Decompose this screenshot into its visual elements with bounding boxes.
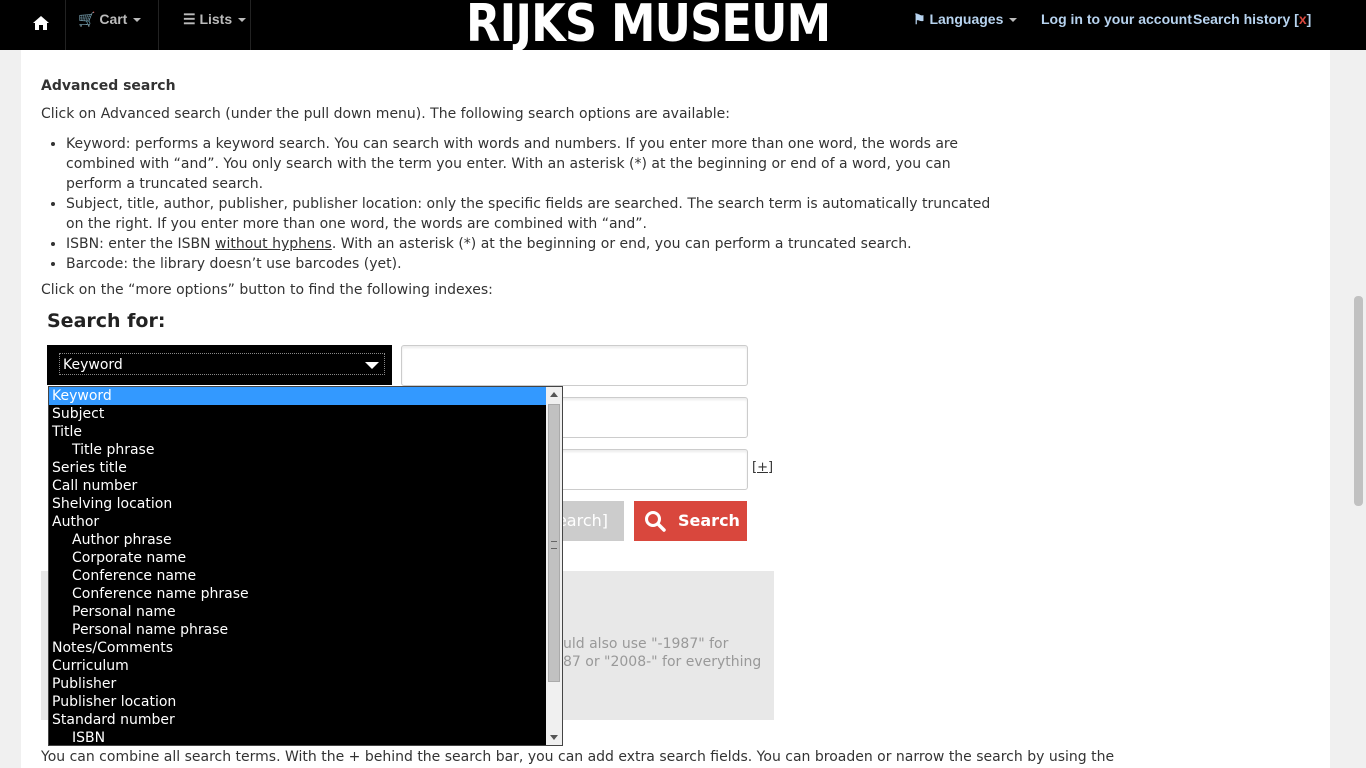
add-field-link[interactable]: [+] <box>752 460 773 475</box>
dropdown-option[interactable]: Subject <box>49 405 546 423</box>
isbn-prefix: ISBN: enter the ISBN <box>66 236 216 252</box>
combine-search-text: You can combine all search terms. With t… <box>41 749 1115 765</box>
scroll-up-icon[interactable] <box>550 392 558 397</box>
lists-menu[interactable]: ☰ Lists <box>183 11 247 28</box>
dropdown-option[interactable]: Author <box>49 513 546 531</box>
dropdown-option[interactable]: Conference name <box>49 567 546 585</box>
history-bracket-close: ] <box>1306 11 1312 27</box>
nav-divider <box>250 0 251 50</box>
dropdown-option[interactable]: Personal name phrase <box>49 621 546 639</box>
search-for-heading: Search for: <box>47 310 166 332</box>
search-options-list: Keyword: performs a keyword search. You … <box>41 134 1006 274</box>
dropdown-option[interactable]: Series title <box>49 459 546 477</box>
dropdown-scroll-thumb[interactable] <box>548 404 560 682</box>
dropdown-option[interactable]: Title <box>49 423 546 441</box>
nav-divider <box>158 0 159 50</box>
dropdown-option[interactable]: Conference name phrase <box>49 585 546 603</box>
advanced-search-heading: Advanced search <box>41 78 176 94</box>
dropdown-option[interactable]: Call number <box>49 477 546 495</box>
home-icon[interactable] <box>32 14 50 32</box>
languages-menu[interactable]: ⚑ Languages <box>913 11 1018 28</box>
dropdown-option[interactable]: Curriculum <box>49 657 546 675</box>
list-item: Keyword: performs a keyword search. You … <box>66 134 1006 194</box>
chevron-down-icon <box>133 18 142 23</box>
search-input-1[interactable] <box>401 345 748 386</box>
tip-text: 87 or "2008-" for everything <box>563 654 762 670</box>
cart-menu[interactable]: 🛒 Cart <box>78 11 142 28</box>
rijksmuseum-logo[interactable]: RIJKS MUSEUM <box>466 0 831 54</box>
chevron-down-icon <box>1009 18 1018 23</box>
lists-label: Lists <box>199 11 233 27</box>
isbn-suffix: . With an asterisk (*) at the beginning … <box>331 236 912 252</box>
dropdown-options: Keyword Subject Title Title phrase Series ti… <box>49 387 562 747</box>
login-link[interactable]: Log in to your account <box>1041 11 1192 27</box>
dropdown-option[interactable]: Notes/Comments <box>49 639 546 657</box>
chevron-down-icon <box>238 18 247 23</box>
search-button-label: Search <box>678 511 740 530</box>
top-navbar: 🛒 Cart ☰ Lists RIJKS MUSEUM ⚑ Languages … <box>0 0 1366 54</box>
grip-icon <box>551 541 557 549</box>
scroll-down-icon[interactable] <box>550 735 558 740</box>
nav-divider <box>65 0 66 50</box>
cart-icon: 🛒 <box>78 11 96 27</box>
search-index-dropdown[interactable]: Keyword Subject Title Title phrase Series ti… <box>48 386 563 746</box>
clear-history-button[interactable]: x <box>1299 11 1307 27</box>
cart-label: Cart <box>99 11 128 27</box>
page-scroll-thumb[interactable] <box>1354 296 1363 506</box>
search-history-link[interactable]: Search history <box>1193 11 1290 27</box>
dropdown-option[interactable]: Shelving location <box>49 495 546 513</box>
dropdown-option[interactable]: Publisher location <box>49 693 546 711</box>
flag-icon: ⚑ <box>913 11 926 27</box>
dropdown-option[interactable]: Author phrase <box>49 531 546 549</box>
dropdown-scrollbar[interactable] <box>546 387 562 745</box>
search-icon <box>645 511 666 532</box>
dropdown-option[interactable]: Title phrase <box>49 441 546 459</box>
search-history: Search history [x] <box>1193 11 1311 27</box>
dropdown-option[interactable]: Keyword <box>49 387 546 405</box>
search-button[interactable]: Search <box>634 501 747 541</box>
chevron-down-icon <box>365 362 379 369</box>
dropdown-option[interactable]: ISBN <box>49 729 546 747</box>
languages-label: Languages <box>929 11 1004 27</box>
list-item: Subject, title, author, publisher, publi… <box>66 194 1006 234</box>
select-value: Keyword <box>59 353 385 375</box>
more-options-text: Click on the “more options” button to fi… <box>41 282 493 298</box>
dropdown-option[interactable]: Standard number <box>49 711 546 729</box>
intro-text: Click on Advanced search (under the pull… <box>41 106 731 122</box>
list-item: Barcode: the library doesn’t use barcode… <box>66 254 1006 274</box>
without-hyphens-link[interactable]: without hyphens <box>215 236 332 252</box>
list-item: ISBN: enter the ISBN without hyphens. Wi… <box>66 234 1006 254</box>
search-index-select[interactable]: Keyword <box>47 345 392 385</box>
dropdown-option[interactable]: Corporate name <box>49 549 546 567</box>
dropdown-option[interactable]: Publisher <box>49 675 546 693</box>
dropdown-option[interactable]: Personal name <box>49 603 546 621</box>
list-icon: ☰ <box>183 11 196 27</box>
tip-text: uld also use "-1987" for <box>563 636 729 652</box>
